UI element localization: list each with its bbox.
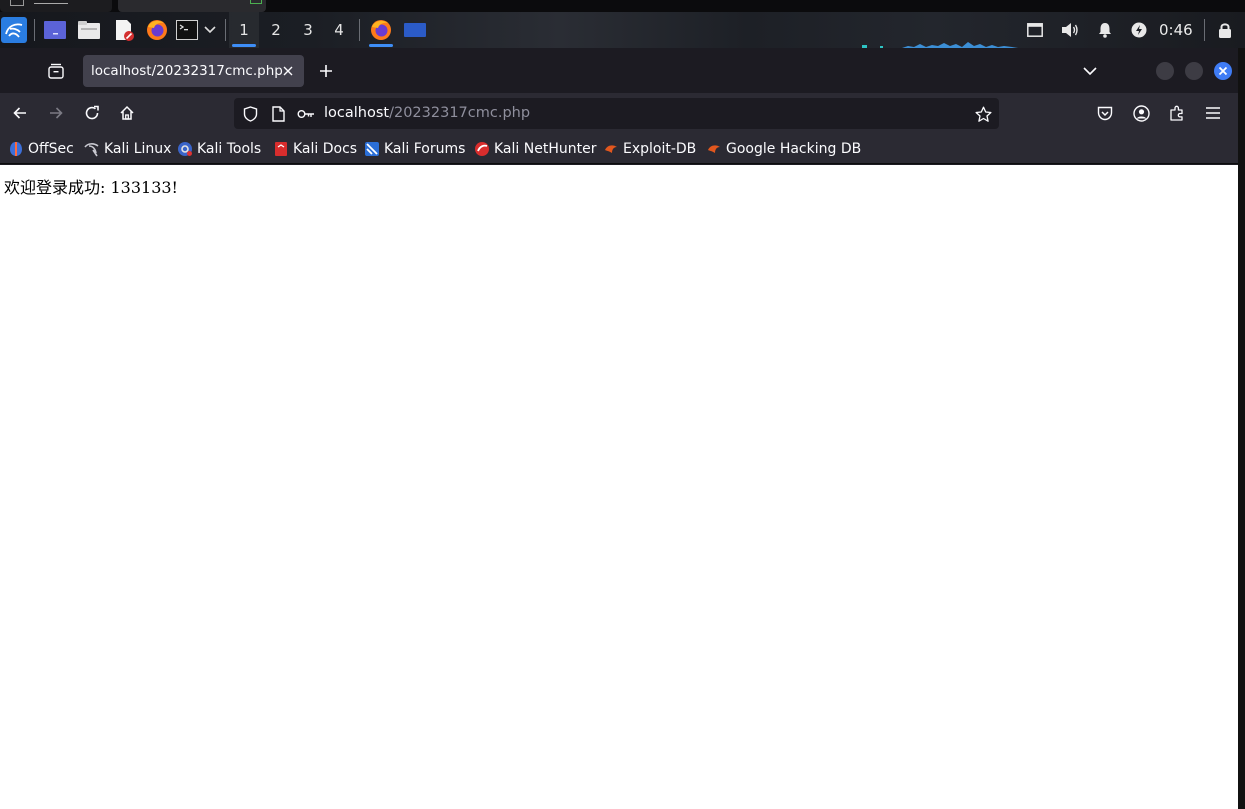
page-info-icon[interactable]	[269, 105, 287, 123]
back-icon[interactable]	[8, 101, 32, 125]
text-editor-icon[interactable]	[111, 12, 137, 48]
tracking-protection-shield-icon[interactable]	[241, 105, 259, 123]
minimize-window-icon[interactable]	[1156, 62, 1174, 80]
bookmark-kali-docs[interactable]: Kali Docs	[273, 134, 357, 164]
google-hacking-db-icon	[706, 141, 722, 157]
workspace-1[interactable]: 1	[229, 12, 259, 48]
bookmark-label: OffSec	[28, 141, 74, 157]
bookmark-label: Kali Forums	[384, 141, 466, 157]
top-panel: 1 2 3 4 0:46	[0, 12, 1245, 48]
kali-tools-icon	[177, 141, 193, 157]
tab-bar: localhost/20232317cmc.php	[0, 48, 1238, 93]
bookmarks-toolbar: OffSec Kali Linux Kali Tools Kali Docs K…	[0, 134, 1238, 164]
tab-title: localhost/20232317cmc.php	[91, 63, 283, 79]
bookmark-kali-nethunter[interactable]: Kali NetHunter	[474, 134, 596, 164]
forward-icon[interactable]	[44, 101, 68, 125]
new-tab-icon[interactable]	[314, 59, 338, 83]
url-host: localhost	[324, 105, 390, 121]
host-tab-icon	[250, 0, 262, 4]
firefox-icon	[371, 20, 391, 40]
menu-icon[interactable]	[1201, 101, 1225, 125]
bookmark-label: Kali Linux	[104, 141, 172, 157]
volume-icon[interactable]	[1059, 12, 1081, 48]
firefox-icon[interactable]	[144, 12, 170, 48]
bookmark-label: Exploit-DB	[623, 141, 697, 157]
home-icon[interactable]	[115, 101, 139, 125]
reload-icon[interactable]	[80, 101, 104, 125]
bookmark-offsec[interactable]: OffSec	[8, 134, 74, 164]
workspace-label: 2	[271, 21, 281, 39]
kali-menu-icon[interactable]	[0, 12, 28, 48]
host-tab[interactable]	[118, 0, 266, 12]
workspace-label: 3	[303, 21, 313, 39]
nav-bar: localhost/20232317cmc.php	[0, 93, 1238, 134]
window-icon[interactable]	[1024, 12, 1046, 48]
extensions-icon[interactable]	[1165, 101, 1189, 125]
workspace-2[interactable]: 2	[261, 12, 291, 48]
firefox-window: localhost/20232317cmc.php localhost/2023…	[0, 48, 1238, 809]
host-tab[interactable]	[0, 0, 112, 12]
close-window-icon[interactable]	[1214, 62, 1232, 80]
power-icon[interactable]	[1129, 12, 1149, 48]
host-tab-icon	[10, 0, 24, 6]
url-bar[interactable]: localhost/20232317cmc.php	[234, 98, 999, 129]
page-content: 欢迎登录成功: 133133!	[0, 165, 1238, 809]
bookmark-kali-tools[interactable]: Kali Tools	[177, 134, 261, 164]
exploit-db-icon	[603, 141, 619, 157]
clock[interactable]: 0:46	[1159, 12, 1193, 48]
taskbar-firefox-window[interactable]	[366, 12, 396, 48]
list-all-tabs-icon[interactable]	[1078, 59, 1102, 83]
account-icon[interactable]	[1129, 101, 1153, 125]
file-manager-icon[interactable]	[76, 12, 102, 48]
host-window-strip	[0, 0, 1245, 12]
bookmark-label: Google Hacking DB	[726, 141, 862, 157]
bookmark-kali-linux[interactable]: Kali Linux	[84, 134, 171, 164]
kali-docs-icon	[273, 141, 289, 157]
kali-nethunter-icon	[474, 141, 490, 157]
show-desktop-icon[interactable]	[42, 12, 68, 48]
workspace-4[interactable]: 4	[324, 12, 354, 48]
welcome-message: 欢迎登录成功: 133133!	[4, 178, 178, 197]
host-tab-label	[34, 0, 68, 4]
chevron-down-icon[interactable]	[201, 12, 219, 48]
bookmark-exploit-db[interactable]: Exploit-DB	[603, 134, 696, 164]
lock-icon[interactable]	[1215, 12, 1235, 48]
url-text[interactable]: localhost/20232317cmc.php	[324, 98, 530, 129]
kali-dragon-icon	[84, 141, 100, 157]
url-path: /20232317cmc.php	[389, 105, 531, 121]
maximize-window-icon[interactable]	[1185, 62, 1203, 80]
bookmark-google-hacking-db[interactable]: Google Hacking DB	[706, 134, 861, 164]
desktop-edge	[1238, 48, 1245, 809]
bookmark-label: Kali NetHunter	[494, 141, 597, 157]
tab-groups-icon[interactable]	[45, 60, 67, 82]
bookmark-kali-forums[interactable]: Kali Forums	[364, 134, 465, 164]
kali-forums-icon	[364, 141, 380, 157]
workspace-label: 4	[334, 21, 344, 39]
tab-active[interactable]: localhost/20232317cmc.php	[83, 55, 304, 87]
bell-icon[interactable]	[1095, 12, 1115, 48]
terminal-icon[interactable]	[174, 12, 200, 48]
taskbar-window[interactable]	[402, 12, 428, 48]
key-icon[interactable]	[296, 105, 316, 123]
workspace-3[interactable]: 3	[293, 12, 323, 48]
bookmark-label: Kali Docs	[293, 141, 358, 157]
close-tab-icon[interactable]	[280, 63, 296, 79]
workspace-label: 1	[239, 21, 249, 39]
offsec-icon	[8, 141, 24, 157]
bookmark-label: Kali Tools	[197, 141, 262, 157]
bookmark-star-icon[interactable]	[973, 104, 993, 124]
pocket-icon[interactable]	[1093, 101, 1117, 125]
